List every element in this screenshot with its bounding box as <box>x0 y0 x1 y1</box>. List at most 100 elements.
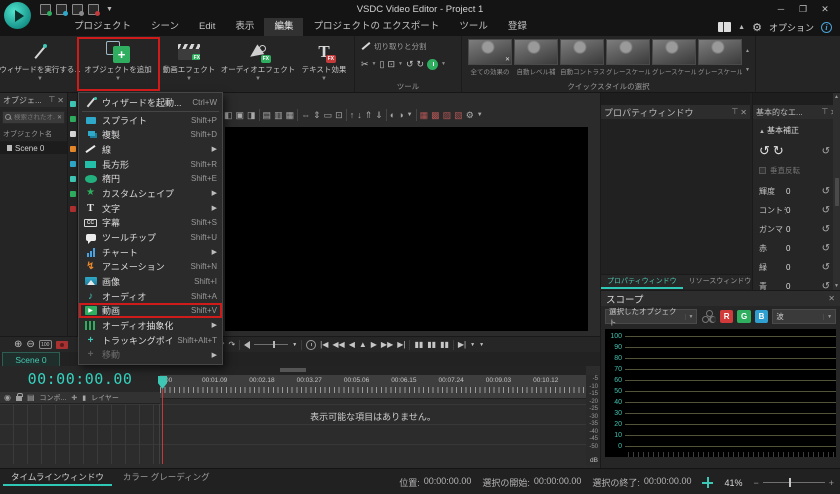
menubar-item-project[interactable]: プロジェクト <box>64 18 141 36</box>
quickstyle-scroll-arrows[interactable]: ▲▼ <box>744 39 751 82</box>
menu-item-audio[interactable]: ♪ オーディオ Shift+A <box>79 289 222 304</box>
pin-icon[interactable]: ⊤ <box>731 108 738 116</box>
menu-item-chart[interactable]: チャート ▶ <box>79 245 222 260</box>
tab-properties-window[interactable]: プロパティウィンドウ <box>601 275 683 289</box>
rect-bounds-icon[interactable]: ▭ <box>324 110 333 121</box>
rewind-button[interactable]: ◀◀ <box>332 340 344 349</box>
shape-subtract-icon[interactable]: ◑ <box>398 110 403 120</box>
jump-next-icon[interactable]: ▶| <box>458 340 466 349</box>
menu-item-tracking-point[interactable]: + トラッキングポイント Shift+Alt+T <box>79 333 222 348</box>
options-label[interactable]: オプション <box>769 21 814 34</box>
menu-item-line[interactable]: 線 ▶ <box>79 142 222 157</box>
strip-icon[interactable] <box>70 176 76 182</box>
layers-icon[interactable]: ▤ <box>27 393 35 402</box>
menubar-item-scene[interactable]: シーン <box>141 18 189 36</box>
zoom-100-icon[interactable]: 100 <box>39 340 52 349</box>
basic-correction-section[interactable]: ▲基本補正 <box>759 125 830 136</box>
align-right-icon[interactable]: ◨ <box>247 110 256 121</box>
quickstyle-all-effects[interactable]: ✕ 全ての効果の <box>468 39 512 82</box>
frame-view-icon-3[interactable]: ▮▮ <box>440 340 449 349</box>
close-panel-icon[interactable]: ✕ <box>57 96 64 105</box>
speaker-icon[interactable] <box>244 341 250 349</box>
distribute-icon-2[interactable]: ▥ <box>274 110 283 121</box>
tab-color-grading[interactable]: カラー グレーディング <box>115 469 218 486</box>
gear-caret-icon[interactable]: ▼ <box>477 112 483 118</box>
open-project-icon[interactable] <box>56 4 67 15</box>
menu-item-ellipse[interactable]: 楕円 Shift+E <box>79 171 222 186</box>
menubar-item-editor[interactable]: 編集 <box>264 18 303 36</box>
menubar-item-view[interactable]: 表示 <box>225 18 264 36</box>
volume-slider[interactable] <box>254 344 288 345</box>
shape-caret-icon[interactable]: ▼ <box>407 112 413 118</box>
align-center-icon[interactable]: ▣ <box>236 110 245 121</box>
menubar-item-register[interactable]: 登録 <box>498 18 537 36</box>
move-top-icon[interactable]: ⇑ <box>365 110 373 121</box>
close-button[interactable]: ✕ <box>814 0 836 18</box>
channel-g-button[interactable]: G <box>737 310 750 323</box>
preview-settings-gear-icon[interactable]: ⚙ <box>466 110 474 121</box>
tab-timeline-window[interactable]: タイムラインウィンドウ <box>3 469 112 486</box>
info-icon[interactable]: i <box>821 22 832 33</box>
lock-icon[interactable] <box>16 396 22 401</box>
remove-style-icon[interactable]: ✕ <box>505 56 510 63</box>
play-from-cursor-button[interactable]: ▲ <box>359 340 367 349</box>
audio-effects-button[interactable]: FX オーディオエフェクト ▼ <box>220 37 296 82</box>
reset-icon[interactable]: ↺ <box>822 205 830 216</box>
preview-quality-clock-icon[interactable] <box>306 340 316 350</box>
strip-icon[interactable] <box>70 116 76 122</box>
quickstyle-grayscale-3[interactable]: グレースケール <box>698 39 742 82</box>
strip-icon[interactable] <box>70 101 76 107</box>
zoom-out-icon[interactable]: ⊖ <box>26 339 34 350</box>
object-row-scene0[interactable]: Scene 0 <box>0 142 67 154</box>
menu-item-custom-shape[interactable]: ★ カスタムシェイプ ▶ <box>79 186 222 201</box>
channel-b-button[interactable]: B <box>755 310 768 323</box>
effects-scrollbar[interactable]: ▲▼ <box>833 93 840 290</box>
strip-icon[interactable] <box>70 131 76 137</box>
rgb-circles-icon[interactable] <box>701 310 715 323</box>
volume-caret-icon[interactable]: ▼ <box>292 342 297 348</box>
new-project-icon[interactable] <box>40 4 51 15</box>
move-column-icon[interactable]: ✚ <box>71 394 77 402</box>
run-wizard-button[interactable]: ウィザードを実行する... ▼ <box>2 37 78 82</box>
caret-icon[interactable]: ▼ <box>470 342 475 348</box>
reset-icon[interactable]: ↺ <box>822 243 830 254</box>
visibility-eye-icon[interactable]: ◉ <box>4 394 11 402</box>
distribute-icon-1[interactable]: ▤ <box>263 110 272 121</box>
play-button[interactable]: ▶ <box>371 340 377 349</box>
add-object-button[interactable]: + オブジェクトを追加 ▼ <box>78 37 158 82</box>
pin-icon[interactable]: ⊤ <box>48 96 55 104</box>
move-bottom-icon[interactable]: ⇓ <box>375 110 383 121</box>
menu-item-video[interactable]: ▶ 動画 Shift+V <box>79 303 222 318</box>
quickstyle-auto-contrast[interactable]: 自動コントラスト <box>560 39 604 82</box>
rotate-right-icon[interactable]: ↻ <box>773 143 784 159</box>
reset-icon[interactable]: ↺ <box>822 262 830 273</box>
menubar-item-export[interactable]: プロジェクトの エクスポート <box>303 18 449 36</box>
move-up-icon[interactable]: ↑ <box>350 110 355 120</box>
zoom-in-icon[interactable]: ⊕ <box>14 339 22 350</box>
mask-zone-icon[interactable]: ▧ <box>454 110 463 121</box>
fit-height-icon[interactable]: ⇕ <box>313 110 321 121</box>
menu-item-rectangle[interactable]: 長方形 Shift+R <box>79 157 222 172</box>
minimize-button[interactable]: ─ <box>770 0 792 18</box>
forward-button[interactable]: ▶▶ <box>381 340 393 349</box>
menubar-item-tools[interactable]: ツール <box>449 18 498 36</box>
record-camera-icon[interactable] <box>56 341 68 349</box>
crop-bounds-icon[interactable]: ⊡ <box>335 110 343 121</box>
reset-icon[interactable]: ↺ <box>822 224 830 235</box>
go-start-button[interactable]: |◀ <box>320 340 328 349</box>
menu-item-wizard[interactable]: ウィザードを起動... Ctrl+W <box>79 95 222 110</box>
split-icon[interactable]: ▯ <box>380 59 385 70</box>
snap-grid-icon[interactable]: ▩ <box>431 110 440 121</box>
channel-r-button[interactable]: R <box>720 310 733 323</box>
quickstyle-grayscale-1[interactable]: グレースケール <box>606 39 650 82</box>
marker-column-icon[interactable]: ▮ <box>82 394 86 402</box>
align-left-icon[interactable]: ◧ <box>224 110 233 121</box>
reset-icon[interactable]: ↺ <box>822 186 830 197</box>
reset-icon[interactable]: ↺ <box>822 146 830 157</box>
redo-icon[interactable]: ↷ <box>228 340 235 349</box>
clear-search-icon[interactable]: ✕ <box>57 114 62 121</box>
frame-view-icon-1[interactable]: ▮▮ <box>414 340 423 349</box>
scene-tab[interactable]: Scene 0 <box>2 352 60 366</box>
frame-view-icon-2[interactable]: ▮▮ <box>427 340 436 349</box>
close-panel-icon[interactable]: ✕ <box>828 294 835 303</box>
